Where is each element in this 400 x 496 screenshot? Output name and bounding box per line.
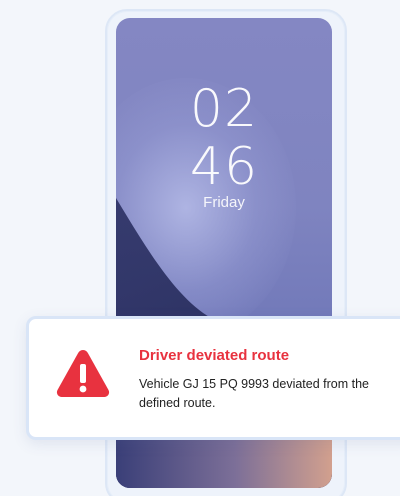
stage: 02 46 Friday Driver deviated route Vehic… <box>0 0 400 496</box>
clock-hours: 02 <box>189 79 259 139</box>
warning-triangle-icon <box>56 350 110 397</box>
clock-day: Friday <box>203 194 245 211</box>
notification-body: Vehicle GJ 15 PQ 9993 deviated from the … <box>139 377 369 410</box>
deviation-notification[interactable]: Driver deviated route Vehicle GJ 15 PQ 9… <box>26 316 400 440</box>
lockscreen-clock: 02 46 Friday <box>116 80 332 212</box>
clock-minutes: 46 <box>189 137 259 197</box>
notification-title: Driver deviated route <box>139 347 290 364</box>
